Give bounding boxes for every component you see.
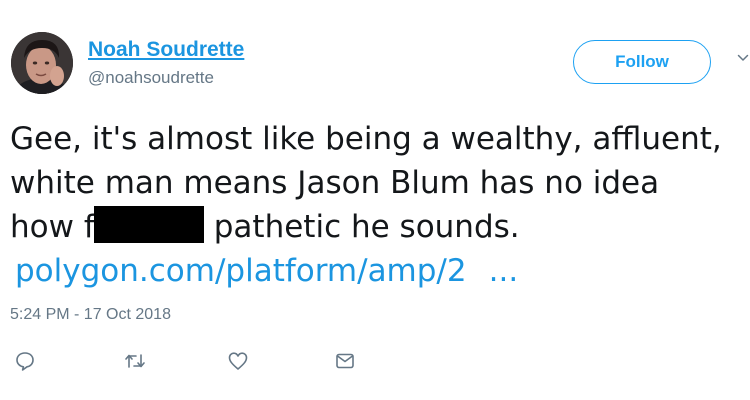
link-ellipsis[interactable]: ... [489, 253, 519, 289]
tweet-timestamp[interactable]: 5:24 PM - 17 Oct 2018 [10, 306, 171, 324]
tweet-text: Gee, it's almost like being a wealthy, a… [10, 117, 745, 293]
avatar-image [11, 32, 73, 94]
avatar[interactable] [11, 32, 73, 94]
redaction-box [93, 206, 204, 243]
tweet-text-line: how f pathetic he sounds. [10, 205, 745, 249]
author-handle[interactable]: @noahsoudrette [88, 68, 214, 88]
retweet-icon[interactable] [123, 350, 147, 372]
tweet-card: Noah Soudrette @noahsoudrette Follow Gee… [0, 0, 750, 400]
chevron-down-icon[interactable] [737, 52, 749, 64]
tweet-link[interactable]: polygon.com/platform/amp/2 [10, 253, 467, 289]
tweet-text-fragment: pathetic he sounds. [213, 209, 520, 245]
reply-icon[interactable] [14, 350, 36, 372]
follow-button[interactable]: Follow [573, 40, 711, 84]
tweet-text-fragment: how f [10, 209, 95, 245]
tweet-text-line: Gee, it's almost like being a wealthy, a… [10, 121, 722, 157]
tweet-link-line: polygon.com/platform/amp/2... [10, 249, 745, 293]
tweet-text-line: white man means Jason Blum has no idea [10, 165, 660, 201]
author-name[interactable]: Noah Soudrette [88, 38, 244, 62]
message-icon[interactable] [334, 350, 356, 372]
like-icon[interactable] [227, 350, 249, 372]
